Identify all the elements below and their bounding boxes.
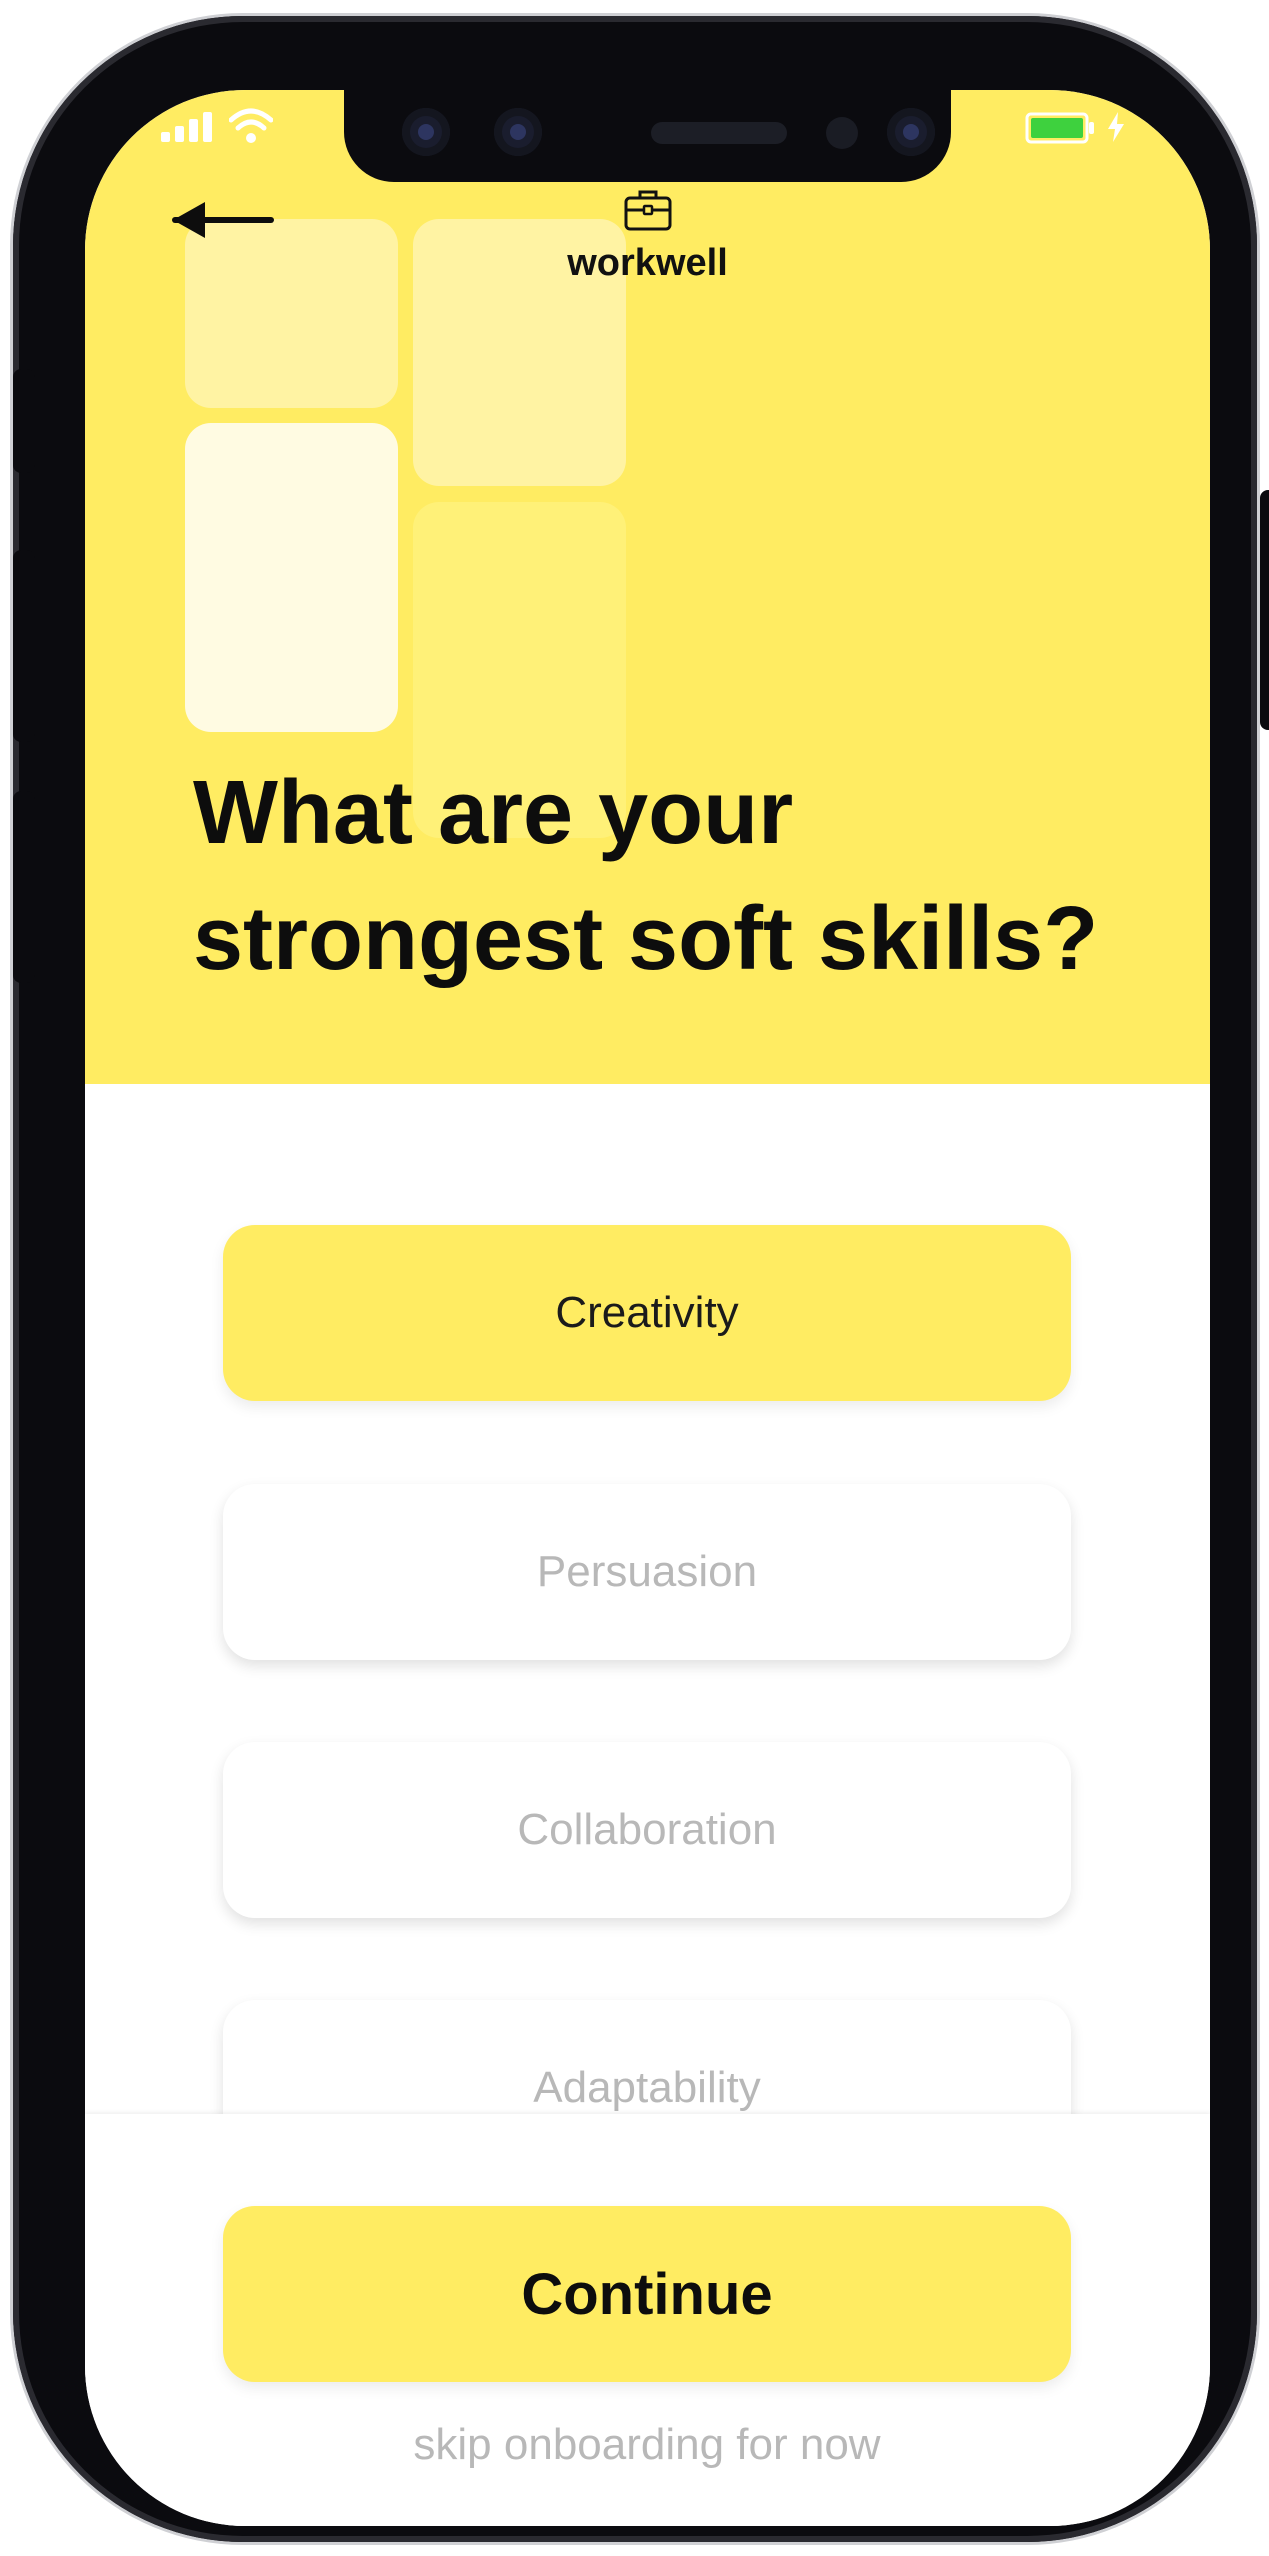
briefcase-icon: [624, 190, 672, 231]
decor-tile: [185, 219, 398, 408]
battery-icon: [1025, 112, 1094, 144]
mute-switch: [13, 369, 35, 473]
decor-tile: [185, 423, 398, 732]
phone-frame: workwell What are your strongest soft sk…: [13, 16, 1269, 2542]
brand-name: workwell: [567, 242, 728, 284]
sensor-dot: [826, 117, 858, 149]
signal-icon: [161, 112, 212, 142]
speaker-grille: [651, 122, 787, 144]
option-persuasion[interactable]: Persuasion: [223, 1484, 1071, 1660]
bolt-icon: [1108, 112, 1124, 142]
skip-onboarding-link[interactable]: skip onboarding for now: [223, 2420, 1071, 2470]
page-title-line: What are your: [193, 763, 794, 863]
wifi-icon: [229, 108, 273, 143]
notch: [344, 90, 951, 182]
volume-down-button: [13, 791, 35, 983]
volume-up-button: [13, 550, 35, 742]
hero-header: workwell What are your strongest soft sk…: [85, 90, 1210, 1084]
back-arrow-icon[interactable]: [171, 198, 275, 242]
camera-icon: [402, 108, 450, 156]
camera-icon: [494, 108, 542, 156]
page-title: What are your strongest soft skills?: [193, 750, 1153, 1002]
option-collaboration[interactable]: Collaboration: [223, 1742, 1071, 1918]
camera-icon: [887, 108, 935, 156]
power-button: [1260, 490, 1269, 730]
screen: workwell What are your strongest soft sk…: [85, 90, 1210, 2526]
continue-button[interactable]: Continue: [223, 2206, 1071, 2382]
page-title-line: strongest soft skills?: [193, 889, 1099, 989]
option-creativity[interactable]: Creativity: [223, 1225, 1071, 1401]
